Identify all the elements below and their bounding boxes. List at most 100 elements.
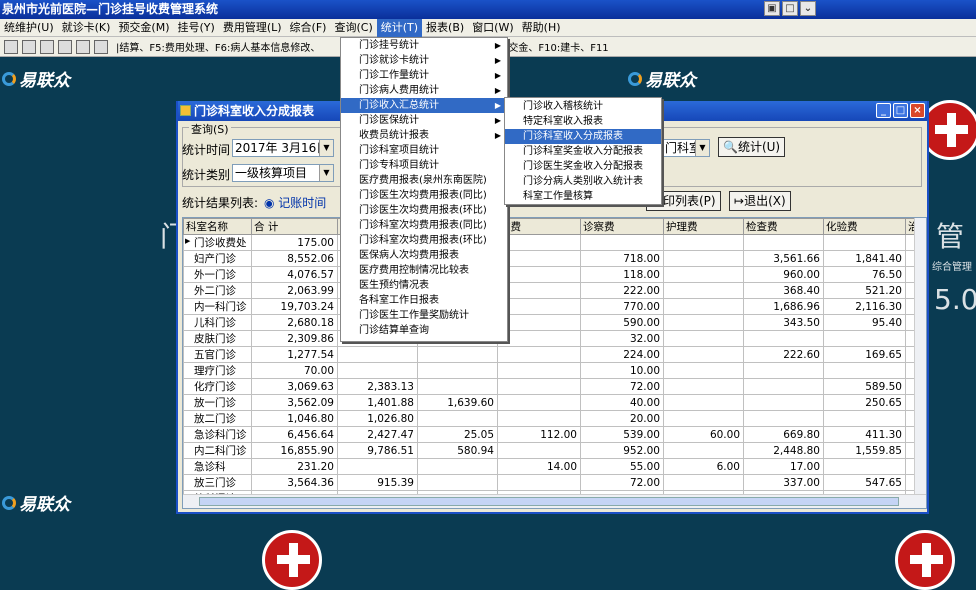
calculator-icon[interactable] xyxy=(58,39,72,54)
row-dept-name: 妇产门诊 xyxy=(183,250,252,267)
submenu-item[interactable]: 门诊医生奖金收入分配报表 xyxy=(505,159,661,174)
menu-item[interactable]: 挂号(Y) xyxy=(174,19,219,37)
column-header[interactable]: 检查费 xyxy=(743,218,824,235)
menu-item[interactable]: 综合(F) xyxy=(286,19,331,37)
table-row[interactable]: 皮肤门诊 2,309.86 32.00 xyxy=(183,330,926,347)
menu-item[interactable]: 统维护(U) xyxy=(0,19,58,37)
row-dept-name: 理疗门诊 xyxy=(183,362,252,379)
stat-menu-item-label: 门诊病人费用统计 xyxy=(359,85,439,96)
stat-button[interactable]: 🔍统计(U) xyxy=(718,137,786,157)
menu-item[interactable]: 报表(B) xyxy=(422,19,468,37)
stat-menu-item[interactable]: 门诊就诊卡统计 ▶ xyxy=(341,53,507,68)
stat-menu-item[interactable]: 门诊工作量统计 ▶ xyxy=(341,68,507,83)
table-row[interactable]: 内一科门诊 19,703.24 770.00 1,686.96 2,116.30 xyxy=(183,298,926,315)
submenu-item[interactable]: 门诊科室收入分成报表 xyxy=(505,129,661,144)
row-dept-name: 急诊科门诊 xyxy=(183,426,252,443)
table-row[interactable]: 急诊科门诊 6,456.64 2,427.47 25.05 112.00 539.00 60… xyxy=(183,426,926,443)
dept-select[interactable]: 门科室 ▼ xyxy=(662,139,710,157)
horizontal-scrollbar[interactable] xyxy=(183,494,926,508)
result-grid[interactable]: 科室名称合 计西放费诊察费护理费检查费化验费治 门诊收费处175.00妇产门诊8… xyxy=(182,217,927,509)
stat-menu-item[interactable]: 各科室工作日报表 xyxy=(341,293,507,308)
menu-item[interactable]: 查询(C) xyxy=(330,19,376,37)
table-row[interactable]: 化疗门诊 3,069.63 2,383.13 72.00 589.50 xyxy=(183,378,926,395)
exit-icon[interactable] xyxy=(4,39,18,54)
table-row[interactable]: 内二科门诊 16,855.90 9,786.51 580.94 952.00 2,448.… xyxy=(183,442,926,459)
chevron-down-icon[interactable]: ▼ xyxy=(319,140,333,156)
stat-menu-item[interactable]: 收费员统计报表 ▶ xyxy=(341,128,507,143)
stat-menu-item[interactable]: 门诊医生工作量奖励统计 xyxy=(341,308,507,323)
minimize-icon[interactable]: _ xyxy=(876,103,891,118)
row-cell: 118.00 xyxy=(580,266,664,283)
stat-time-picker[interactable]: 2017年 3月16日 ▼ xyxy=(232,139,334,157)
table-row[interactable]: 放一门诊 3,562.09 1,401.88 1,639.60 40.00 250.65 xyxy=(183,394,926,411)
table-row[interactable]: 门诊收费处175.00 xyxy=(183,234,926,251)
book-icon[interactable] xyxy=(40,39,54,54)
stat-menu-item[interactable]: 医疗费用报表(泉州东南医院) xyxy=(341,173,507,188)
submenu-item[interactable]: 门诊科室奖金收入分配报表 xyxy=(505,144,661,159)
row-cell: 169.65 xyxy=(823,346,906,363)
table-row[interactable]: 妇产门诊 8,552.06 718.00 3,561.66 1,841.40 xyxy=(183,250,926,267)
table-row[interactable]: 放三门诊 3,564.36 915.39 72.00 337.00 547.65 xyxy=(183,474,926,491)
stat-menu-item[interactable]: 门诊科室次均费用报表(同比) xyxy=(341,218,507,233)
stat-menu-item[interactable]: 门诊收入汇总统计 ▶ xyxy=(341,98,507,113)
table-row[interactable]: 理疗门诊 70.00 10.00 xyxy=(183,362,926,379)
stat-menu-item[interactable]: 门诊医生次均费用报表(同比) xyxy=(341,188,507,203)
stat-menu-item[interactable]: 门诊挂号统计 ▶ xyxy=(341,38,507,53)
submenu-item[interactable]: 科室工作量核算 xyxy=(505,189,661,204)
exit-button[interactable]: ↦退出(X) xyxy=(729,191,791,211)
table-row[interactable]: 急诊科 231.20 14.00 55.00 6.00 17.00 xyxy=(183,458,926,475)
row-cell: 1,841.40 xyxy=(823,250,906,267)
table-header-row: 科室名称合 计西放费诊察费护理费检查费化验费治 xyxy=(183,218,926,235)
column-header[interactable]: 科室名称 xyxy=(183,218,252,235)
submenu-arrow-icon: ▶ xyxy=(494,86,501,95)
column-header[interactable]: 护理费 xyxy=(663,218,744,235)
column-header[interactable]: 放费 xyxy=(497,218,581,235)
submenu-item[interactable]: 门诊收入稽核统计 xyxy=(505,99,661,114)
row-cell: 19,703.24 xyxy=(251,298,338,315)
column-header[interactable]: 化验费 xyxy=(823,218,906,235)
scroll-thumb[interactable] xyxy=(199,497,899,506)
chevron-down-icon[interactable]: ▼ xyxy=(319,165,333,181)
stat-category-select[interactable]: 一级核算项目 ▼ xyxy=(232,164,334,182)
report-icon[interactable] xyxy=(94,39,108,54)
menu-item[interactable]: 费用管理(L) xyxy=(219,19,286,37)
stat-menu-item[interactable]: 门诊病人费用统计 ▶ xyxy=(341,83,507,98)
stat-menu-item[interactable]: 门诊专科项目统计 xyxy=(341,158,507,173)
stat-menu-item[interactable]: 门诊医保统计 ▶ xyxy=(341,113,507,128)
table-row[interactable]: 外二门诊 2,063.99 222.00 368.40 521.20 xyxy=(183,282,926,299)
row-dept-name: 儿科门诊 xyxy=(183,314,252,331)
table-row[interactable]: 放二门诊 1,046.80 1,026.80 20.00 xyxy=(183,410,926,427)
stat-menu-item[interactable]: 医疗费用控制情况比较表 xyxy=(341,263,507,278)
vertical-scrollbar[interactable] xyxy=(914,218,926,494)
restore-icon[interactable]: ▣ xyxy=(764,1,780,16)
menu-item[interactable]: 预交金(M) xyxy=(114,19,173,37)
maximize-icon[interactable]: □ xyxy=(782,1,798,16)
menu-item[interactable]: 帮助(H) xyxy=(518,19,565,37)
row-cell: 521.20 xyxy=(823,282,906,299)
table-row[interactable]: 儿科门诊 2,680.18 590.00 343.50 95.40 xyxy=(183,314,926,331)
table-row[interactable]: 外一门诊 4,076.57 118.00 960.00 76.50 xyxy=(183,266,926,283)
stat-menu-item[interactable]: 门诊科室项目统计 xyxy=(341,143,507,158)
close-icon[interactable]: × xyxy=(910,103,925,118)
record-time-radio[interactable]: ◉ 记账时间 xyxy=(264,194,326,211)
submenu-item[interactable]: 特定科室收入报表 xyxy=(505,114,661,129)
table-row[interactable]: 五官门诊 1,277.54 224.00 222.60 169.65 xyxy=(183,346,926,363)
stat-menu-item[interactable]: 医保病人次均费用报表 xyxy=(341,248,507,263)
maximize-icon[interactable]: □ xyxy=(893,103,908,118)
stat-menu-item[interactable]: 医生预约情况表 xyxy=(341,278,507,293)
stat-menu-item[interactable]: 门诊结算单查询 xyxy=(341,323,507,338)
menu-item[interactable]: 窗口(W) xyxy=(468,19,517,37)
chevron-down-icon[interactable]: ▼ xyxy=(695,140,709,156)
menu-item[interactable]: 就诊卡(K) xyxy=(58,19,115,37)
grid-icon[interactable] xyxy=(76,39,90,54)
chevron-down-icon[interactable]: ⌄ xyxy=(800,1,816,16)
submenu-item[interactable]: 门诊分病人类别收入统计表 xyxy=(505,174,661,189)
column-header[interactable]: 诊察费 xyxy=(580,218,664,235)
stat-menu-item[interactable]: 门诊医生次均费用报表(环比) xyxy=(341,203,507,218)
column-header[interactable]: 合 计 xyxy=(251,218,338,235)
card-icon[interactable] xyxy=(22,39,36,54)
row-cell xyxy=(497,282,581,299)
menu-item[interactable]: 统计(T) xyxy=(376,18,423,37)
stat-menu-item[interactable]: 门诊科室次均费用报表(环比) xyxy=(341,233,507,248)
row-cell: 1,686.96 xyxy=(743,298,824,315)
